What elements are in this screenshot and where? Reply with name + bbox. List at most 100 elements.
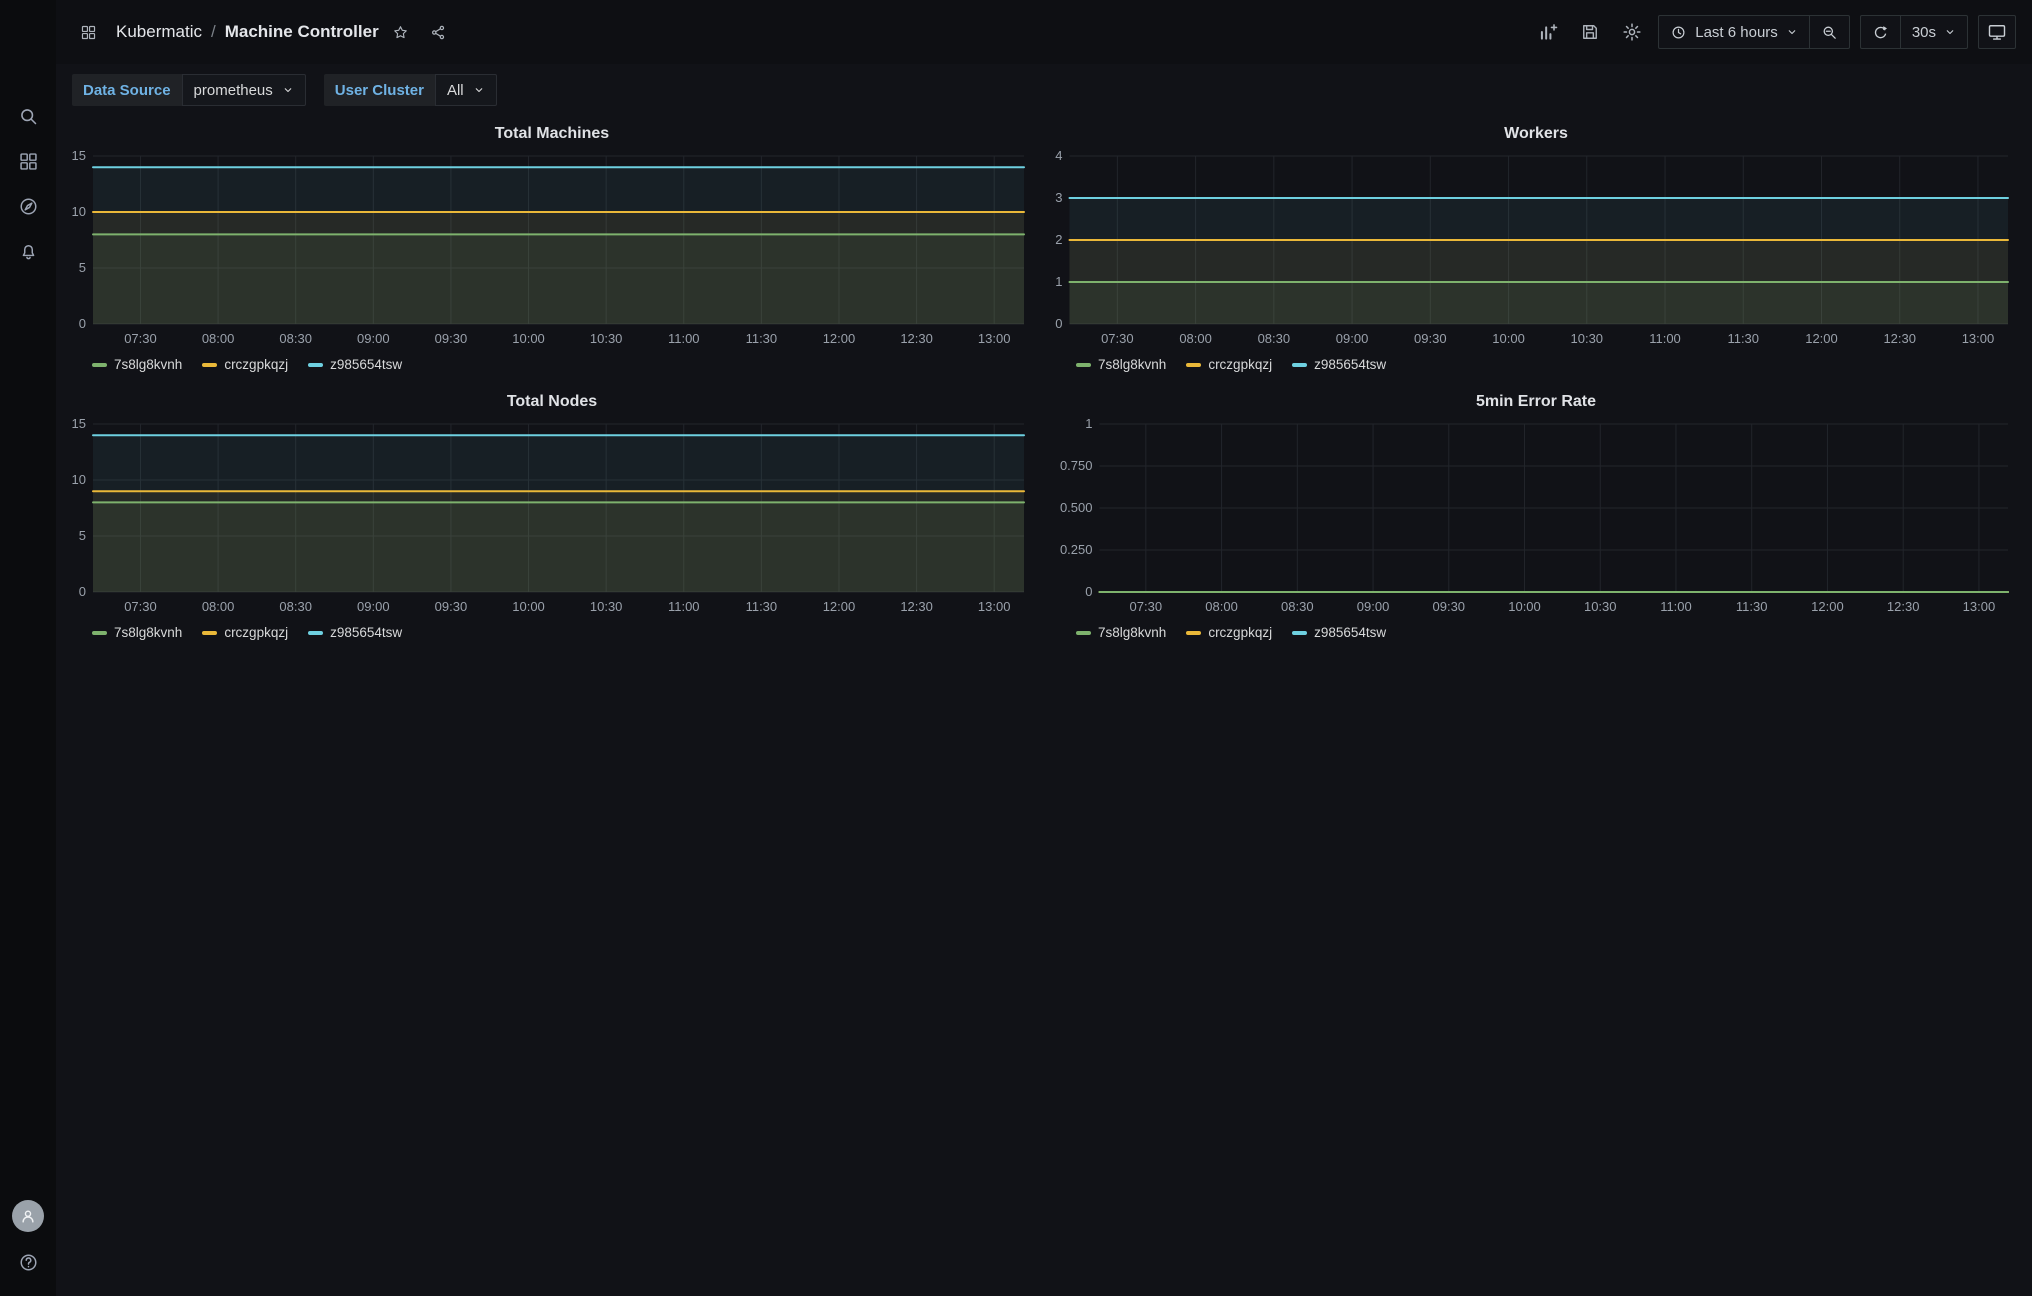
series-name: z985654tsw [330, 625, 403, 640]
zoom-out-button[interactable] [1808, 16, 1849, 48]
series-swatch [1076, 630, 1091, 635]
breadcrumb-area: Kubermatic / Machine Controller [72, 16, 455, 48]
panel-workers: Workers 0 1 2 3 4 07:30 08:00 08:30 09:00 09:30 10… [1048, 120, 2024, 380]
time-range-picker[interactable]: Last 6 hours [1659, 16, 1809, 48]
sidebar-item-explore[interactable] [9, 188, 47, 224]
svg-text:11:30: 11:30 [746, 331, 778, 346]
series-swatch [92, 630, 107, 635]
gear-icon [1622, 22, 1642, 42]
legend-item[interactable]: 7s8lg8kvnh [1076, 357, 1166, 372]
series-swatch [202, 630, 218, 635]
tv-mode-button[interactable] [1978, 15, 2016, 49]
share-icon [430, 24, 447, 41]
add-panel-icon [1538, 22, 1558, 42]
svg-text:3: 3 [1055, 190, 1062, 205]
series-name: 7s8lg8kvnh [1098, 625, 1167, 640]
time-series-chart[interactable]: 0 1 2 3 4 07:30 08:00 08:30 09:00 09:30 10:00 10:30… [1048, 148, 2024, 350]
svg-text:08:30: 08:30 [279, 599, 312, 614]
legend-item[interactable]: z985654tsw [1292, 625, 1386, 640]
save-dashboard-button[interactable] [1574, 16, 1606, 48]
series-swatch [308, 630, 324, 635]
user-cluster-value: All [446, 81, 464, 99]
svg-text:5: 5 [79, 260, 86, 275]
question-circle-icon [18, 1252, 39, 1273]
svg-text:0.500: 0.500 [1060, 500, 1093, 515]
svg-text:08:00: 08:00 [202, 331, 235, 346]
legend-item[interactable]: 7s8lg8kvnh [1076, 625, 1166, 640]
sidebar-item-dashboards[interactable] [9, 143, 47, 179]
svg-text:12:30: 12:30 [1887, 599, 1920, 614]
user-cluster-label: User Cluster [323, 74, 435, 106]
variable-data-source: Data Source prometheus [72, 74, 306, 106]
time-series-chart[interactable]: 0 5 10 15 07:30 08:00 08:30 09:00 09:30 10:00 10:3… [64, 416, 1040, 618]
svg-text:0: 0 [79, 316, 86, 331]
breadcrumb-separator: / [210, 22, 216, 41]
svg-text:2: 2 [1055, 232, 1062, 247]
chart-legend: 7s8lg8kvnh crczgpkqzj z985654tsw [1048, 618, 2024, 644]
variable-user-cluster: User Cluster All [323, 74, 497, 106]
legend-item[interactable]: 7s8lg8kvnh [92, 357, 182, 372]
search-icon [18, 106, 39, 127]
legend-item[interactable]: z985654tsw [308, 357, 402, 372]
chevron-down-icon [473, 84, 485, 96]
dashboard-apps-icon[interactable] [72, 16, 104, 48]
apps-grid-icon [80, 24, 97, 41]
help-button[interactable] [9, 1244, 47, 1280]
zoom-out-icon [1821, 24, 1838, 41]
share-dashboard-button[interactable] [423, 16, 455, 48]
svg-text:5: 5 [79, 528, 86, 543]
compass-icon [18, 196, 39, 217]
svg-text:08:30: 08:30 [1258, 331, 1291, 346]
svg-text:07:30: 07:30 [1101, 331, 1134, 346]
search-button[interactable] [9, 98, 47, 134]
grafana-logo[interactable] [10, 14, 46, 50]
add-panel-button[interactable] [1532, 16, 1564, 48]
series-swatch [1292, 630, 1308, 635]
svg-text:07:30: 07:30 [124, 331, 157, 346]
refresh-button[interactable] [1861, 16, 1900, 48]
time-series-chart[interactable]: 0 5 10 15 07:30 08:00 08:30 09:00 09:30 10:00 10:3… [64, 148, 1040, 350]
legend-item[interactable]: 7s8lg8kvnh [92, 625, 182, 640]
legend-item[interactable]: crczgpkqzj [202, 625, 288, 640]
legend-item[interactable]: crczgpkqzj [202, 357, 288, 372]
panel-title[interactable]: Workers [1048, 120, 2024, 148]
legend-item[interactable]: crczgpkqzj [1186, 357, 1272, 372]
user-icon [19, 1207, 37, 1225]
legend-item[interactable]: z985654tsw [1292, 357, 1386, 372]
svg-text:0: 0 [1085, 584, 1092, 599]
user-cluster-select[interactable]: All [434, 74, 497, 106]
panel-title[interactable]: Total Nodes [64, 388, 1040, 416]
data-source-label: Data Source [72, 74, 182, 106]
svg-text:10:30: 10:30 [1584, 599, 1617, 614]
breadcrumb-dashboard-title[interactable]: Machine Controller [225, 22, 379, 42]
series-swatch [1186, 630, 1202, 635]
svg-text:11:30: 11:30 [746, 599, 778, 614]
series-name: crczgpkqzj [224, 357, 289, 372]
svg-text:10:00: 10:00 [512, 331, 545, 346]
data-source-select[interactable]: prometheus [181, 74, 306, 106]
save-icon [1580, 22, 1600, 42]
monitor-icon [1987, 22, 2007, 42]
panel-total-nodes: Total Nodes 0 5 10 15 07:30 08:00 08:30 09:00 09… [64, 388, 1040, 648]
dashboard-settings-button[interactable] [1616, 16, 1648, 48]
svg-text:09:00: 09:00 [357, 331, 390, 346]
legend-item[interactable]: crczgpkqzj [1186, 625, 1272, 640]
svg-text:10:00: 10:00 [1508, 599, 1541, 614]
panel-title[interactable]: Total Machines [64, 120, 1040, 148]
panel-title[interactable]: 5min Error Rate [1048, 388, 2024, 416]
legend-item[interactable]: z985654tsw [308, 625, 402, 640]
breadcrumb-folder[interactable]: Kubermatic [116, 22, 202, 42]
svg-text:4: 4 [1055, 148, 1062, 163]
series-name: z985654tsw [1314, 357, 1387, 372]
svg-text:12:00: 12:00 [823, 331, 856, 346]
series-swatch [202, 362, 218, 367]
top-navbar: Kubermatic / Machine Controller Last 6 h… [56, 0, 2032, 64]
user-avatar-button[interactable] [12, 1200, 44, 1232]
data-source-value: prometheus [193, 81, 273, 99]
svg-text:10:30: 10:30 [1571, 331, 1604, 346]
time-series-chart[interactable]: 0 0.250 0.500 0.750 1 07:30 08:00 08:30 09:00 09:… [1048, 416, 2024, 618]
series-swatch [1076, 362, 1091, 367]
refresh-interval-picker[interactable]: 30s [1899, 16, 1967, 48]
sidebar-item-alerting[interactable] [9, 233, 47, 269]
favorite-star-button[interactable] [385, 16, 417, 48]
